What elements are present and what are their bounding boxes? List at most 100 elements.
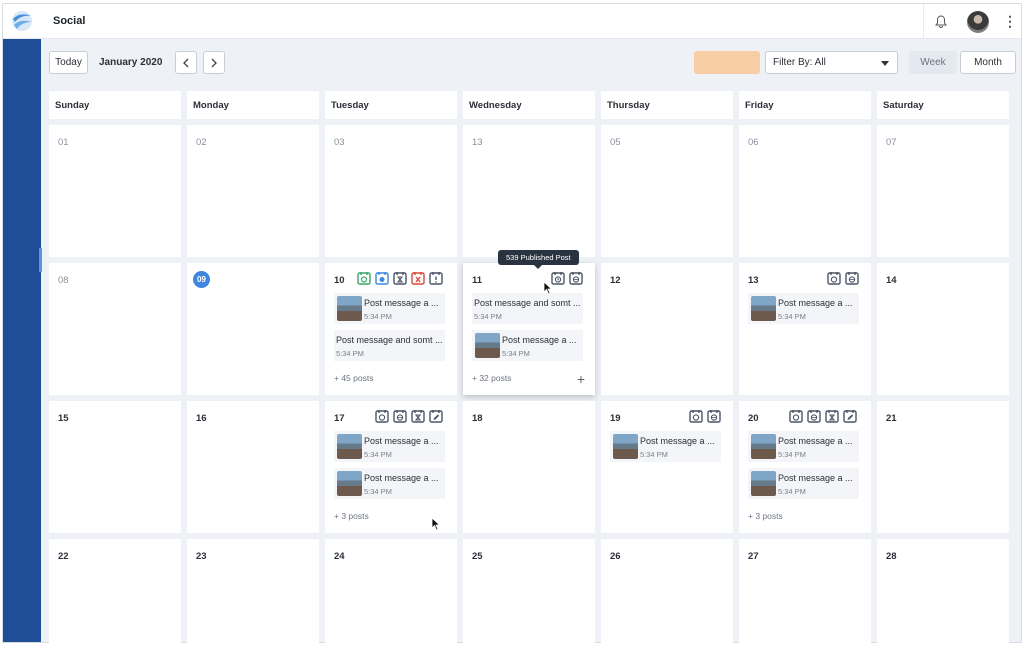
day-cell[interactable]: 07 bbox=[877, 125, 1009, 257]
post-time: 5:34 PM bbox=[502, 349, 530, 358]
day-cell[interactable]: 17 Post message a ... 5:34 PM Post messag… bbox=[325, 401, 457, 533]
clock-calendar-icon[interactable] bbox=[827, 271, 841, 290]
day-number: 22 bbox=[58, 551, 69, 562]
status-icons bbox=[551, 271, 583, 290]
post-thumbnail bbox=[751, 471, 776, 496]
day-cell[interactable]: 16 bbox=[187, 401, 319, 533]
day-cell[interactable]: 24 bbox=[325, 539, 457, 645]
day-cell[interactable]: 01 bbox=[49, 125, 181, 257]
post-card[interactable]: Post message a ... 5:34 PM bbox=[748, 431, 859, 462]
more-posts-link[interactable]: + 3 posts bbox=[748, 511, 783, 521]
post-card[interactable]: Post message a ... 5:34 PM bbox=[334, 293, 445, 324]
day-number: 12 bbox=[610, 275, 621, 286]
day-cell[interactable]: 23 bbox=[187, 539, 319, 645]
clock-calendar-icon[interactable] bbox=[551, 271, 565, 290]
post-title: Post message a ... bbox=[778, 473, 853, 483]
day-cell[interactable]: 13 bbox=[463, 125, 595, 257]
day-cell[interactable]: 10 Post message a ... 5:34 PM Post messag… bbox=[325, 263, 457, 395]
kebab-menu-icon[interactable]: ⋮ bbox=[999, 13, 1021, 30]
top-right-actions: ⋮ bbox=[923, 4, 1021, 39]
day-cell[interactable]: 09 bbox=[187, 263, 319, 395]
day-cell[interactable]: 28 bbox=[877, 539, 1009, 645]
day-cell[interactable]: 03 bbox=[325, 125, 457, 257]
pending-icon[interactable] bbox=[411, 409, 425, 428]
clock-calendar-icon[interactable] bbox=[789, 409, 803, 428]
weekday-header: Monday bbox=[187, 91, 319, 119]
mouse-cursor-icon bbox=[543, 281, 553, 295]
calendar-toolbar: Today January 2020 Filter By: All Week M… bbox=[49, 51, 1016, 75]
post-time: 5:34 PM bbox=[364, 487, 392, 496]
pending-icon[interactable] bbox=[393, 271, 407, 290]
day-cell[interactable]: 06 bbox=[739, 125, 871, 257]
edit-calendar-icon[interactable] bbox=[429, 409, 443, 428]
post-thumbnail bbox=[337, 434, 362, 459]
day-cell[interactable]: 05 bbox=[601, 125, 733, 257]
day-cell[interactable]: 19 Post message a ... 5:34 PM bbox=[601, 401, 733, 533]
day-cell[interactable]: 20 Post message a ... 5:34 PM Post messag… bbox=[739, 401, 871, 533]
post-card[interactable]: Post message a ... 5:34 PM bbox=[748, 468, 859, 499]
post-title: Post message a ... bbox=[778, 436, 853, 446]
status-icons bbox=[689, 409, 721, 428]
scheduled-icon[interactable] bbox=[375, 271, 389, 290]
more-posts-link[interactable]: + 3 posts bbox=[334, 511, 369, 521]
day-cell[interactable]: 08 bbox=[49, 263, 181, 395]
next-month-button[interactable] bbox=[203, 51, 225, 74]
day-cell[interactable]: 25 bbox=[463, 539, 595, 645]
filter-dropdown[interactable]: Filter By: All bbox=[765, 51, 898, 74]
post-card[interactable]: Post message a ... 5:34 PM bbox=[334, 468, 445, 499]
week-view-button[interactable]: Week bbox=[909, 51, 957, 74]
day-cell[interactable]: 15 bbox=[49, 401, 181, 533]
globe-calendar-icon[interactable] bbox=[845, 271, 859, 290]
pending-icon[interactable] bbox=[825, 409, 839, 428]
app-logo-icon[interactable] bbox=[11, 10, 33, 32]
day-cell[interactable]: 14 bbox=[877, 263, 1009, 395]
day-cell[interactable]: 22 bbox=[49, 539, 181, 645]
day-cell[interactable]: 13 Post message a ... 5:34 PM bbox=[739, 263, 871, 395]
edit-calendar-icon[interactable] bbox=[843, 409, 857, 428]
day-cell[interactable]: 18 bbox=[463, 401, 595, 533]
today-button[interactable]: Today bbox=[49, 51, 88, 74]
post-card[interactable]: Post message a ... 5:34 PM bbox=[472, 330, 583, 361]
app-title: Social bbox=[53, 15, 86, 27]
clock-calendar-icon[interactable] bbox=[375, 409, 389, 428]
published-icon[interactable] bbox=[357, 271, 371, 290]
day-cell[interactable]: 02 bbox=[187, 125, 319, 257]
add-post-icon[interactable]: + bbox=[577, 371, 585, 387]
day-cell[interactable]: 27 bbox=[739, 539, 871, 645]
day-number: 13 bbox=[472, 137, 483, 148]
day-cell[interactable]: 21 bbox=[877, 401, 1009, 533]
bell-icon[interactable] bbox=[923, 4, 957, 39]
prev-month-button[interactable] bbox=[175, 51, 197, 74]
post-time: 5:34 PM bbox=[336, 349, 364, 358]
day-number: 28 bbox=[886, 551, 897, 562]
day-cell[interactable]: 26 bbox=[601, 539, 733, 645]
post-title: Post message and somt ... bbox=[474, 298, 581, 308]
more-posts-link[interactable]: + 32 posts bbox=[472, 373, 511, 383]
failed-icon[interactable] bbox=[411, 271, 425, 290]
chevron-left-icon bbox=[183, 58, 189, 67]
day-cell[interactable]: 12 bbox=[601, 263, 733, 395]
day-cell[interactable]: 11 Post message and somt ... 5:34 PM Post… bbox=[463, 263, 595, 395]
user-avatar[interactable] bbox=[967, 10, 989, 33]
post-card[interactable]: Post message a ... 5:34 PM bbox=[748, 293, 859, 324]
current-month-label: January 2020 bbox=[99, 57, 163, 68]
globe-calendar-icon[interactable] bbox=[393, 409, 407, 428]
globe-calendar-icon[interactable] bbox=[807, 409, 821, 428]
weekday-header: Tuesday bbox=[325, 91, 457, 119]
more-posts-link[interactable]: + 45 posts bbox=[334, 373, 373, 383]
month-view-button[interactable]: Month bbox=[960, 51, 1016, 74]
alert-icon[interactable] bbox=[429, 271, 443, 290]
day-number: 23 bbox=[196, 551, 207, 562]
globe-calendar-icon[interactable] bbox=[569, 271, 583, 290]
weekday-header: Wednesday bbox=[463, 91, 595, 119]
create-button[interactable] bbox=[694, 51, 760, 74]
post-thumbnail bbox=[751, 296, 776, 321]
status-icons bbox=[789, 409, 857, 428]
post-card[interactable]: Post message and somt ... 5:34 PM bbox=[334, 330, 445, 361]
post-card[interactable]: Post message a ... 5:34 PM bbox=[334, 431, 445, 462]
post-thumbnail bbox=[475, 333, 500, 358]
post-card[interactable]: Post message a ... 5:34 PM bbox=[610, 431, 721, 462]
post-card[interactable]: Post message and somt ... 5:34 PM bbox=[472, 293, 583, 324]
globe-calendar-icon[interactable] bbox=[707, 409, 721, 428]
clock-calendar-icon[interactable] bbox=[689, 409, 703, 428]
